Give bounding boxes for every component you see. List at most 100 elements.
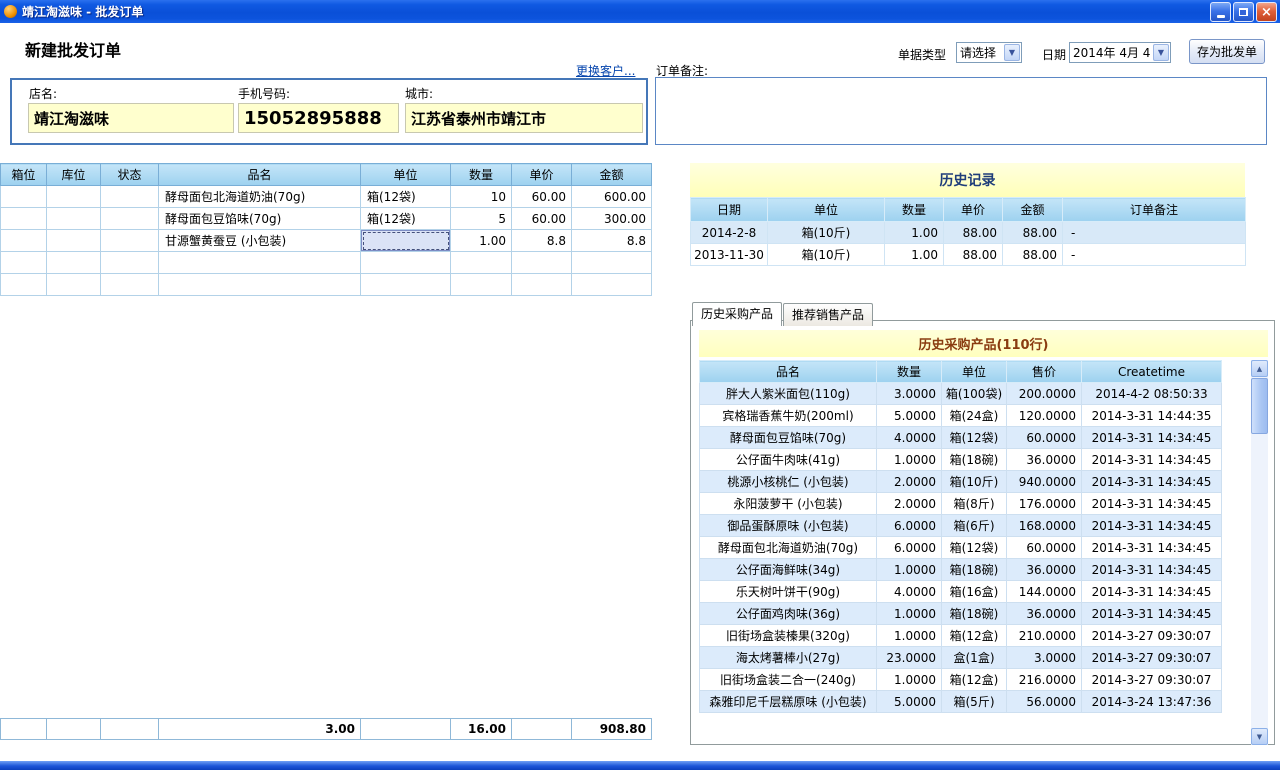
- order-cell-empty[interactable]: [512, 274, 572, 296]
- order-cell-empty[interactable]: [451, 252, 512, 274]
- order-cell-amount[interactable]: 600.00: [572, 186, 652, 208]
- date-select[interactable]: 2014年 4月 4日 ▼: [1069, 42, 1171, 63]
- tab-recommended-products[interactable]: 推荐销售产品: [783, 303, 873, 326]
- order-cell-box[interactable]: [1, 208, 47, 230]
- save-wholesale-order-button[interactable]: 存为批发单: [1189, 39, 1265, 64]
- order-cell-empty[interactable]: [361, 252, 451, 274]
- tab-history-purchased-products[interactable]: 历史采购产品: [692, 302, 782, 326]
- purchased-cell-qty: 4.0000: [877, 581, 942, 603]
- purchased-row[interactable]: 森雅印尼千层糕原味 (小包装)5.0000箱(5斤)56.00002014-3-…: [700, 691, 1222, 713]
- phone-field[interactable]: [238, 103, 399, 133]
- order-cell-qty[interactable]: 1.00: [451, 230, 512, 252]
- history-column-header[interactable]: 金额: [1003, 198, 1063, 222]
- order-column-header[interactable]: 数量: [451, 164, 512, 186]
- order-cell-name[interactable]: 酵母面包豆馅味(70g): [159, 208, 361, 230]
- purchased-row[interactable]: 酵母面包北海道奶油(70g)6.0000箱(12袋)60.00002014-3-…: [700, 537, 1222, 559]
- order-column-header[interactable]: 单价: [512, 164, 572, 186]
- order-cell-empty[interactable]: [451, 274, 512, 296]
- order-column-header[interactable]: 状态: [101, 164, 159, 186]
- order-cell-empty[interactable]: [512, 252, 572, 274]
- chevron-down-icon[interactable]: ▼: [1004, 44, 1020, 61]
- purchased-cell-name: 桃源小核桃仁 (小包装): [700, 471, 877, 493]
- order-note-textarea[interactable]: [655, 77, 1267, 145]
- order-cell-empty[interactable]: [47, 252, 101, 274]
- order-cell-price[interactable]: 8.8: [512, 230, 572, 252]
- change-customer-link[interactable]: 更换客户...: [576, 62, 635, 79]
- scrollbar-thumb[interactable]: [1251, 378, 1268, 434]
- order-column-header[interactable]: 金额: [572, 164, 652, 186]
- vertical-scrollbar[interactable]: ▲ ▼: [1251, 360, 1268, 745]
- order-cell-empty[interactable]: [159, 252, 361, 274]
- order-cell-price[interactable]: 60.00: [512, 208, 572, 230]
- scroll-down-icon[interactable]: ▼: [1251, 728, 1268, 745]
- purchased-row[interactable]: 酵母面包豆馅味(70g)4.0000箱(12袋)60.00002014-3-31…: [700, 427, 1222, 449]
- order-cell-empty[interactable]: [101, 252, 159, 274]
- purchased-row[interactable]: 旧街场盒装二合一(240g)1.0000箱(12盒)216.00002014-3…: [700, 669, 1222, 691]
- history-column-header[interactable]: 单价: [944, 198, 1003, 222]
- minimize-button[interactable]: [1210, 2, 1231, 22]
- purchased-row[interactable]: 桃源小核桃仁 (小包装)2.0000箱(10斤)940.00002014-3-3…: [700, 471, 1222, 493]
- order-cell-loc[interactable]: [47, 230, 101, 252]
- purchased-cell-qty: 2.0000: [877, 493, 942, 515]
- order-cell-status[interactable]: [101, 230, 159, 252]
- purchased-row[interactable]: 宾格瑞香蕉牛奶(200ml)5.0000箱(24盒)120.00002014-3…: [700, 405, 1222, 427]
- purchased-cell-name: 御品蛋酥原味 (小包装): [700, 515, 877, 537]
- order-cell-status[interactable]: [101, 208, 159, 230]
- purchased-column-header[interactable]: 品名: [700, 361, 877, 383]
- order-cell-empty[interactable]: [101, 274, 159, 296]
- order-cell-status[interactable]: [101, 186, 159, 208]
- order-column-header[interactable]: 库位: [47, 164, 101, 186]
- order-column-header[interactable]: 品名: [159, 164, 361, 186]
- purchased-row[interactable]: 旧街场盒装榛果(320g)1.0000箱(12盒)210.00002014-3-…: [700, 625, 1222, 647]
- order-column-header[interactable]: 单位: [361, 164, 451, 186]
- order-cell-unit[interactable]: 箱(12袋): [361, 186, 451, 208]
- store-name-field[interactable]: [28, 103, 234, 133]
- purchased-row[interactable]: 公仔面牛肉味(41g)1.0000箱(18碗)36.00002014-3-31 …: [700, 449, 1222, 471]
- order-cell-empty[interactable]: [159, 274, 361, 296]
- history-column-header[interactable]: 数量: [885, 198, 944, 222]
- order-cell-amount[interactable]: 8.8: [572, 230, 652, 252]
- doc-type-select[interactable]: 请选择 ▼: [956, 42, 1022, 63]
- order-cell-name[interactable]: 甘源蟹黄蚕豆 (小包装): [159, 230, 361, 252]
- order-cell-qty[interactable]: 5: [451, 208, 512, 230]
- purchased-row[interactable]: 公仔面鸡肉味(36g)1.0000箱(18碗)36.00002014-3-31 …: [700, 603, 1222, 625]
- chevron-down-icon[interactable]: ▼: [1153, 44, 1169, 61]
- purchased-row[interactable]: 永阳菠萝干 (小包装)2.0000箱(8斤)176.00002014-3-31 …: [700, 493, 1222, 515]
- order-cell-box[interactable]: [1, 230, 47, 252]
- order-cell-empty[interactable]: [361, 274, 451, 296]
- order-cell-empty[interactable]: [1, 274, 47, 296]
- order-cell-unit[interactable]: 箱(12袋): [361, 208, 451, 230]
- purchased-row[interactable]: 海太烤薯棒小(27g)23.0000盒(1盒)3.00002014-3-27 0…: [700, 647, 1222, 669]
- purchased-row[interactable]: 公仔面海鲜味(34g)1.0000箱(18碗)36.00002014-3-31 …: [700, 559, 1222, 581]
- order-cell-empty[interactable]: [47, 274, 101, 296]
- city-field[interactable]: [405, 103, 643, 133]
- history-row[interactable]: 2013-11-30箱(10斤)1.0088.0088.00-: [691, 244, 1246, 266]
- history-column-header[interactable]: 单位: [768, 198, 885, 222]
- order-cell-amount[interactable]: 300.00: [572, 208, 652, 230]
- scroll-up-icon[interactable]: ▲: [1251, 360, 1268, 377]
- order-cell-unit[interactable]: [361, 230, 451, 252]
- order-cell-loc[interactable]: [47, 208, 101, 230]
- order-cell-name[interactable]: 酵母面包北海道奶油(70g): [159, 186, 361, 208]
- order-cell-empty[interactable]: [572, 252, 652, 274]
- order-cell-empty[interactable]: [572, 274, 652, 296]
- order-cell-box[interactable]: [1, 186, 47, 208]
- purchased-row[interactable]: 乐天树叶饼干(90g)4.0000箱(16盒)144.00002014-3-31…: [700, 581, 1222, 603]
- order-cell-loc[interactable]: [47, 186, 101, 208]
- purchased-row[interactable]: 御品蛋酥原味 (小包装)6.0000箱(6斤)168.00002014-3-31…: [700, 515, 1222, 537]
- order-cell-empty[interactable]: [1, 252, 47, 274]
- order-cell-qty[interactable]: 10: [451, 186, 512, 208]
- order-column-header[interactable]: 箱位: [1, 164, 47, 186]
- purchased-column-header[interactable]: 单位: [942, 361, 1007, 383]
- close-button[interactable]: ×: [1256, 2, 1277, 22]
- purchased-column-header[interactable]: Createtime: [1082, 361, 1222, 383]
- order-cell-price[interactable]: 60.00: [512, 186, 572, 208]
- history-column-header[interactable]: 订单备注: [1063, 198, 1246, 222]
- purchased-column-header[interactable]: 售价: [1007, 361, 1082, 383]
- restore-button[interactable]: [1233, 2, 1254, 22]
- history-column-header[interactable]: 日期: [691, 198, 768, 222]
- purchased-column-header[interactable]: 数量: [877, 361, 942, 383]
- purchased-row[interactable]: 胖大人紫米面包(110g)3.0000箱(100袋)200.00002014-4…: [700, 383, 1222, 405]
- history-row[interactable]: 2014-2-8箱(10斤)1.0088.0088.00-: [691, 222, 1246, 244]
- purchased-cell-unit: 箱(18碗): [942, 559, 1007, 581]
